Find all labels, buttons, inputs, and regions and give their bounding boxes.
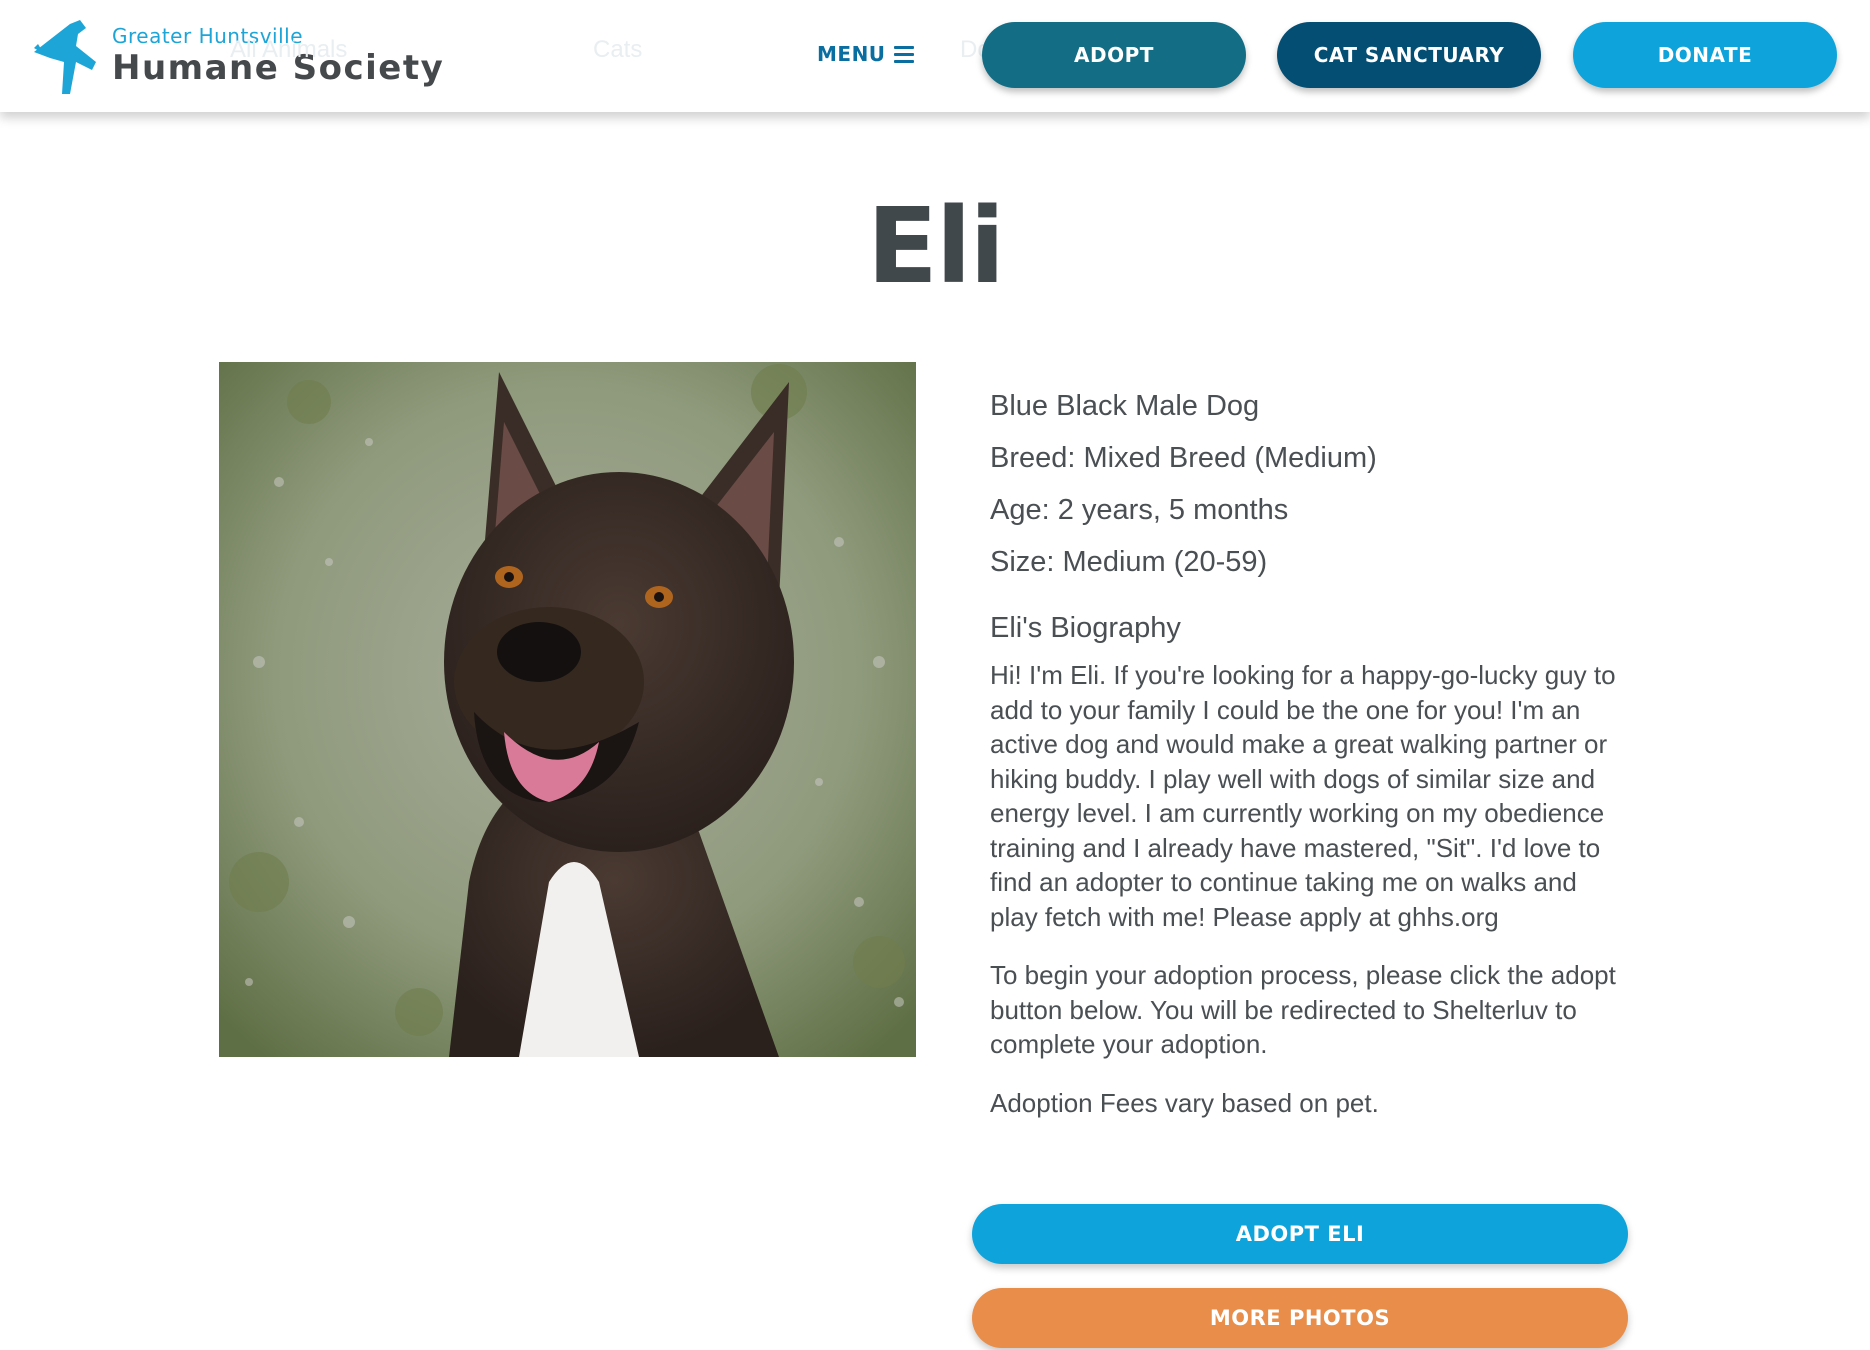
pet-breed: Breed: Mixed Breed (Medium) <box>990 442 1377 474</box>
donate-button[interactable]: DONATE <box>1573 22 1837 88</box>
hamburger-icon <box>893 45 914 63</box>
cat-sanctuary-button[interactable]: CAT SANCTUARY <box>1277 22 1541 88</box>
pet-detail-page: Greater Huntsville Humane Society All An… <box>0 0 1870 1350</box>
menu-button[interactable]: MENU <box>817 38 914 70</box>
adopt-pet-button[interactable]: ADOPT ELI <box>972 1204 1628 1264</box>
pet-info: Blue Black Male Dog Breed: Mixed Breed (… <box>990 380 1630 1120</box>
menu-label: MENU <box>817 42 886 66</box>
pet-size: Size: Medium (20-59) <box>990 546 1268 578</box>
adopt-button[interactable]: ADOPT <box>982 22 1246 88</box>
site-header: Greater Huntsville Humane Society All An… <box>0 0 1870 112</box>
pet-description: Blue Black Male Dog <box>990 390 1260 422</box>
biography-heading: Eli's Biography <box>990 612 1181 644</box>
nav-link-all-animals[interactable]: All Animals <box>230 36 347 64</box>
pet-name-title: Eli <box>866 185 1005 307</box>
nav-link-cats[interactable]: Cats <box>593 36 642 64</box>
adoption-fees-text: Adoption Fees vary based on pet. <box>990 1087 1379 1118</box>
humane-society-logo-icon <box>34 20 96 94</box>
dog-photo-image <box>219 362 916 1057</box>
pet-age: Age: 2 years, 5 months <box>990 494 1289 526</box>
more-photos-button[interactable]: MORE PHOTOS <box>972 1288 1628 1348</box>
adoption-process-text: To begin your adoption process, please c… <box>990 960 1616 1059</box>
biography-text: Hi! I'm Eli. If you're looking for a hap… <box>990 660 1616 932</box>
pet-photo[interactable] <box>219 362 916 1057</box>
